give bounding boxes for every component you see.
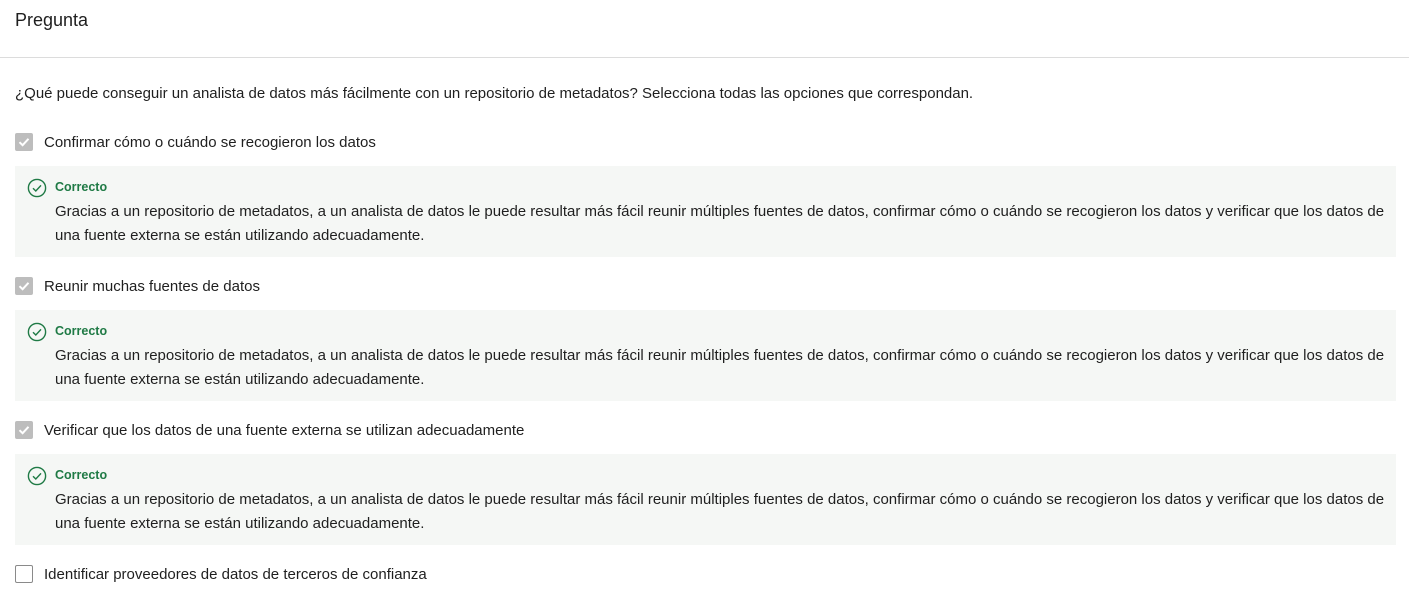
- check-icon: [18, 138, 30, 147]
- option-gather-sources[interactable]: Reunir muchas fuentes de datos: [15, 276, 260, 296]
- feedback-explanation: Gracias a un repositorio de metadatos, a…: [55, 347, 1385, 388]
- option-verify-external[interactable]: Verificar que los datos de una fuente ex…: [15, 420, 524, 440]
- page-title: Pregunta: [15, 10, 89, 30]
- option-confirm-collection[interactable]: Confirmar cómo o cuándo se recogieron lo…: [15, 132, 376, 152]
- option-label: Identificar proveedores de datos de terc…: [44, 565, 427, 583]
- checkbox-checked[interactable]: [15, 277, 33, 295]
- status-label: Correcto: [55, 324, 108, 338]
- feedback-explanation: Gracias a un repositorio de metadatos, a…: [55, 203, 1385, 244]
- checkbox-unchecked[interactable]: [15, 565, 33, 583]
- checkbox-checked[interactable]: [15, 421, 33, 439]
- option-label: Confirmar cómo o cuándo se recogieron lo…: [44, 133, 376, 151]
- feedback-panel: Correcto Gracias a un repositorio de met…: [15, 166, 1396, 257]
- feedback-panel: Correcto Gracias a un repositorio de met…: [15, 310, 1396, 401]
- checkbox-checked[interactable]: [15, 133, 33, 151]
- check-circle-icon: [27, 322, 47, 342]
- check-circle-icon: [27, 466, 47, 486]
- option-label: Verificar que los datos de una fuente ex…: [44, 421, 525, 439]
- check-icon: [18, 426, 30, 435]
- status-label: Correcto: [55, 180, 108, 194]
- option-label: Reunir muchas fuentes de datos: [44, 277, 260, 295]
- header: Pregunta: [0, 0, 1409, 58]
- check-icon: [18, 282, 30, 291]
- option-identify-providers[interactable]: Identificar proveedores de datos de terc…: [15, 564, 427, 584]
- feedback-explanation: Gracias a un repositorio de metadatos, a…: [55, 491, 1385, 532]
- status-label: Correcto: [55, 468, 108, 482]
- feedback-panel: Correcto Gracias a un repositorio de met…: [15, 454, 1396, 545]
- question-text: ¿Qué puede conseguir un analista de dato…: [15, 85, 974, 102]
- check-circle-icon: [27, 178, 47, 198]
